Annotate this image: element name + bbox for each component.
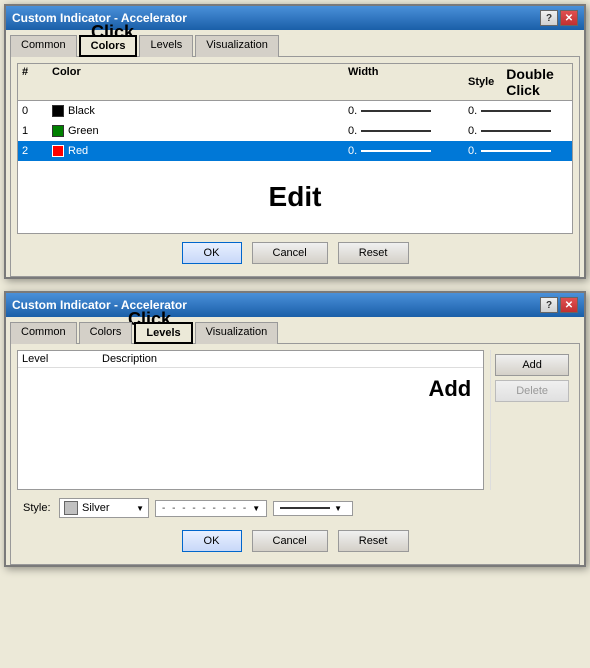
dialog2: Custom Indicator - Accelerator ? ✕ Click… xyxy=(4,291,586,567)
table-header: # Color Width Style Double Click xyxy=(18,64,572,101)
row2-width: 0. xyxy=(348,145,468,157)
width-line-0 xyxy=(361,110,431,112)
style-line-2 xyxy=(481,150,551,152)
levels-table: Level Description Add xyxy=(17,350,484,490)
line-pattern: - - - - - - - - - xyxy=(162,503,248,514)
title-bar-2: Custom Indicator - Accelerator ? ✕ xyxy=(6,293,584,317)
delete-level-button[interactable]: Delete xyxy=(495,380,569,402)
table-row-0[interactable]: 0 Black 0. 0. xyxy=(18,101,572,121)
col-width: Width xyxy=(348,66,468,98)
row1-style: 0. xyxy=(468,125,568,137)
colors-table: # Color Width Style Double Click 0 Black… xyxy=(17,63,573,234)
style-line-0 xyxy=(481,110,551,112)
tab-content-1: # Color Width Style Double Click 0 Black… xyxy=(10,56,580,277)
tab-colors-2[interactable]: Colors xyxy=(79,322,133,344)
close-button-1[interactable]: ✕ xyxy=(560,10,578,26)
dialog1: Custom Indicator - Accelerator ? ✕ Click… xyxy=(4,4,586,279)
levels-side-buttons: Add Delete xyxy=(490,350,573,490)
tab-visualization-1[interactable]: Visualization xyxy=(195,35,279,57)
row1-num: 1 xyxy=(22,125,52,137)
col-level: Level xyxy=(22,353,102,365)
line-width-select[interactable]: ▼ xyxy=(273,501,353,516)
tab-content-2: Level Description Add Add Delete Style: … xyxy=(10,343,580,565)
silver-swatch xyxy=(64,501,78,515)
tabs-2: Common Colors Levels Visualization xyxy=(6,317,584,343)
row2-color: Red xyxy=(52,145,348,157)
style-label: Style: xyxy=(23,502,53,514)
help-button-2[interactable]: ? xyxy=(540,297,558,313)
table-row-2[interactable]: 2 Red 0. 0. xyxy=(18,141,572,161)
title-bar-buttons-2: ? ✕ xyxy=(540,297,578,313)
width-line-1 xyxy=(361,130,431,132)
col-description: Description xyxy=(102,353,479,365)
tab-common-1[interactable]: Common xyxy=(10,35,77,57)
title-bar-buttons-1: ? ✕ xyxy=(540,10,578,26)
line-width-preview xyxy=(280,507,330,509)
style-color-select[interactable]: Silver ▼ xyxy=(59,498,149,518)
add-level-button[interactable]: Add xyxy=(495,354,569,376)
swatch-red xyxy=(52,145,64,157)
double-click-label: Double Click xyxy=(506,66,568,98)
row0-width: 0. xyxy=(348,105,468,117)
style-line-1 xyxy=(481,130,551,132)
row1-color: Green xyxy=(52,125,348,137)
row0-color: Black xyxy=(52,105,348,117)
color-dropdown-arrow: ▼ xyxy=(136,504,144,513)
table-row-1[interactable]: 1 Green 0. 0. xyxy=(18,121,572,141)
line-style-select[interactable]: - - - - - - - - - ▼ xyxy=(155,500,267,517)
reset-button-2[interactable]: Reset xyxy=(338,530,409,552)
row0-num: 0 xyxy=(22,105,52,117)
width-dropdown-arrow: ▼ xyxy=(334,504,342,513)
close-button-2[interactable]: ✕ xyxy=(560,297,578,313)
color-name: Silver xyxy=(82,502,110,514)
edit-label: Edit xyxy=(18,161,572,233)
tab-visualization-2[interactable]: Visualization xyxy=(195,322,279,344)
tab-colors-1[interactable]: Colors xyxy=(79,35,138,57)
col-style: Style Double Click xyxy=(468,66,568,98)
row2-num: 2 xyxy=(22,145,52,157)
width-line-2 xyxy=(361,150,431,152)
col-color: Color xyxy=(52,66,348,98)
col-num: # xyxy=(22,66,52,98)
tab-levels-2[interactable]: Levels xyxy=(134,322,192,344)
bottom-buttons-1: OK Cancel Reset xyxy=(17,234,573,270)
levels-header: Level Description xyxy=(18,351,483,368)
help-button-1[interactable]: ? xyxy=(540,10,558,26)
row2-style: 0. xyxy=(468,145,568,157)
tab-levels-1[interactable]: Levels xyxy=(139,35,193,57)
row1-width: 0. xyxy=(348,125,468,137)
row0-style: 0. xyxy=(468,105,568,117)
reset-button-1[interactable]: Reset xyxy=(338,242,409,264)
ok-button-2[interactable]: OK xyxy=(182,530,242,552)
cancel-button-2[interactable]: Cancel xyxy=(252,530,328,552)
swatch-green xyxy=(52,125,64,137)
style-row: Style: Silver ▼ - - - - - - - - - ▼ ▼ xyxy=(17,494,573,522)
add-label-overlay: Add xyxy=(22,372,479,402)
bottom-buttons-2: OK Cancel Reset xyxy=(17,522,573,558)
tab-common-2[interactable]: Common xyxy=(10,322,77,344)
cancel-button-1[interactable]: Cancel xyxy=(252,242,328,264)
swatch-black xyxy=(52,105,64,117)
line-dropdown-arrow: ▼ xyxy=(252,504,260,513)
ok-button-1[interactable]: OK xyxy=(182,242,242,264)
